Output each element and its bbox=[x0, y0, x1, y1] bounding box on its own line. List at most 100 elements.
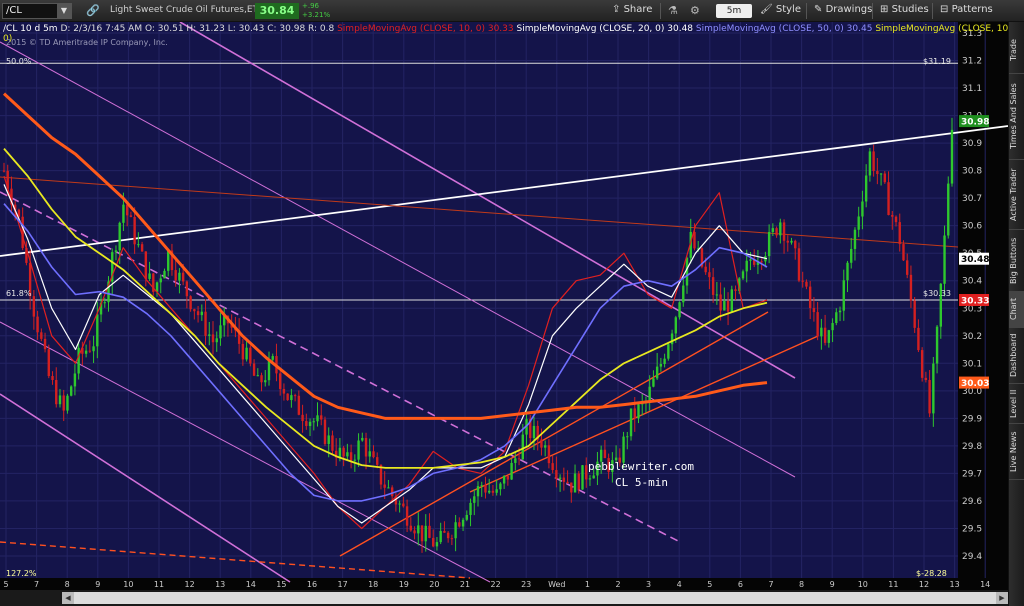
candle-body bbox=[73, 373, 77, 387]
candle-body bbox=[659, 363, 663, 367]
rail-tab-active-trader[interactable]: Active Trader bbox=[1009, 160, 1024, 230]
candle-body bbox=[868, 151, 872, 176]
style-button[interactable]: 🖌 Style bbox=[760, 4, 801, 15]
candle-body bbox=[879, 173, 883, 175]
price-tick-label: 30.7 bbox=[962, 194, 982, 204]
candle-body bbox=[450, 538, 454, 540]
price-tick-label: 30.9 bbox=[962, 139, 982, 149]
time-tick-label: 14 bbox=[246, 580, 256, 589]
fib-50-label: 50.0% bbox=[6, 57, 32, 66]
candle-body bbox=[514, 458, 517, 463]
candle-body bbox=[887, 182, 890, 216]
rail-tab-dashboard[interactable]: Dashboard bbox=[1009, 328, 1024, 384]
rail-tab-times-and-sales[interactable]: Times And Sales bbox=[1009, 74, 1024, 160]
candle-body bbox=[211, 334, 215, 343]
candle-body bbox=[805, 281, 808, 287]
candle-body bbox=[790, 240, 793, 243]
share-button[interactable]: ⇪ Share bbox=[612, 4, 652, 15]
style-label: Style bbox=[775, 4, 801, 15]
price-tick-label: 29.7 bbox=[962, 469, 982, 479]
candle-body bbox=[413, 530, 416, 534]
candle-body bbox=[405, 506, 409, 526]
time-tick-label: 23 bbox=[521, 580, 531, 589]
candle-body bbox=[129, 215, 133, 217]
time-tick-label: 9 bbox=[830, 580, 835, 589]
symbol-description: Light Sweet Crude Oil Futures,ETH bbox=[110, 5, 265, 15]
candle-body bbox=[47, 349, 50, 377]
candle-body bbox=[667, 344, 670, 359]
candle-body bbox=[390, 487, 394, 497]
time-tick-label: 1 bbox=[585, 580, 590, 589]
candle-body bbox=[424, 525, 427, 542]
candle-body bbox=[252, 363, 256, 376]
price-chart[interactable]: 29.429.529.629.729.829.930.030.130.230.3… bbox=[0, 22, 1008, 590]
price-tick-label: 30.4 bbox=[962, 277, 982, 287]
candle-body bbox=[558, 477, 562, 479]
candle-body bbox=[159, 278, 162, 283]
fib-50-price: $31.19 bbox=[923, 57, 951, 66]
candle-body bbox=[547, 445, 551, 464]
candle-body bbox=[838, 310, 842, 313]
candle-body bbox=[245, 347, 248, 360]
rail-tab-trade[interactable]: Trade bbox=[1009, 28, 1024, 74]
candle-body bbox=[473, 496, 476, 503]
candle-body bbox=[801, 280, 804, 282]
chart-toolbar: /CL ▼ 🔗 Light Sweet Crude Oil Futures,ET… bbox=[0, 0, 1024, 22]
candle-body bbox=[338, 447, 342, 458]
candle-body bbox=[144, 251, 148, 279]
candle-body bbox=[320, 415, 323, 420]
candle-body bbox=[193, 309, 196, 312]
price-tick-label: 29.8 bbox=[962, 442, 982, 452]
timeframe-selector[interactable]: 5m bbox=[716, 4, 752, 18]
candle-body bbox=[760, 261, 763, 263]
gear-icon[interactable]: ⚙ bbox=[690, 4, 700, 17]
candle-body bbox=[293, 395, 297, 397]
candle-body bbox=[745, 260, 748, 272]
candle-body bbox=[290, 395, 293, 401]
time-tick-label: 22 bbox=[491, 580, 501, 589]
rail-tab-chart[interactable]: Chart bbox=[1009, 292, 1024, 328]
time-scrollbar[interactable]: ◀ ▶ bbox=[62, 592, 1008, 604]
candle-body bbox=[577, 473, 580, 490]
rail-tab-live-news[interactable]: Live News bbox=[1009, 424, 1024, 480]
legend-sma50-value: 30.45 bbox=[846, 24, 873, 34]
candle-body bbox=[902, 244, 905, 261]
candle-body bbox=[271, 356, 274, 360]
candle-body bbox=[249, 347, 252, 364]
candle-body bbox=[633, 408, 636, 419]
flask-icon[interactable]: ⚗ bbox=[668, 4, 678, 17]
time-tick-label: 12 bbox=[185, 580, 195, 589]
candle-body bbox=[208, 334, 211, 336]
candle-body bbox=[174, 270, 177, 281]
chevron-down-icon[interactable]: ▼ bbox=[57, 4, 71, 18]
drawings-button[interactable]: ✎ Drawings bbox=[814, 4, 872, 15]
time-tick-label: 9 bbox=[95, 580, 100, 589]
studies-button[interactable]: ⊞ Studies bbox=[880, 4, 929, 15]
candle-body bbox=[282, 388, 286, 394]
time-tick-label: 10 bbox=[123, 580, 133, 589]
candle-body bbox=[43, 338, 47, 350]
rail-tab-big-buttons[interactable]: Big Buttons bbox=[1009, 230, 1024, 292]
candle-body bbox=[77, 347, 80, 374]
candle-body bbox=[603, 449, 607, 459]
candle-body bbox=[782, 222, 786, 241]
symbol-selector[interactable]: /CL ▼ bbox=[2, 3, 72, 19]
candle-body bbox=[58, 395, 62, 405]
link-icon[interactable]: 🔗 bbox=[86, 4, 100, 17]
candle-body bbox=[137, 244, 140, 246]
time-tick-label: 13 bbox=[215, 580, 225, 589]
candle-body bbox=[532, 425, 536, 439]
scroll-right-icon[interactable]: ▶ bbox=[996, 592, 1008, 604]
scroll-left-icon[interactable]: ◀ bbox=[62, 592, 74, 604]
candle-body bbox=[96, 314, 99, 347]
candle-body bbox=[715, 294, 719, 296]
candle-body bbox=[256, 375, 259, 377]
patterns-button[interactable]: ⊟ Patterns bbox=[940, 4, 993, 15]
rail-tab-level-ii[interactable]: Level II bbox=[1009, 384, 1024, 424]
candle-body bbox=[122, 204, 125, 223]
candle-body bbox=[775, 228, 778, 236]
price-tag-label-fib: 30.33 bbox=[961, 297, 989, 307]
candle-body bbox=[69, 386, 73, 396]
legend-sma10: SimpleMovingAvg (CLOSE, 10, 0) bbox=[337, 24, 485, 34]
candle-body bbox=[125, 204, 129, 216]
